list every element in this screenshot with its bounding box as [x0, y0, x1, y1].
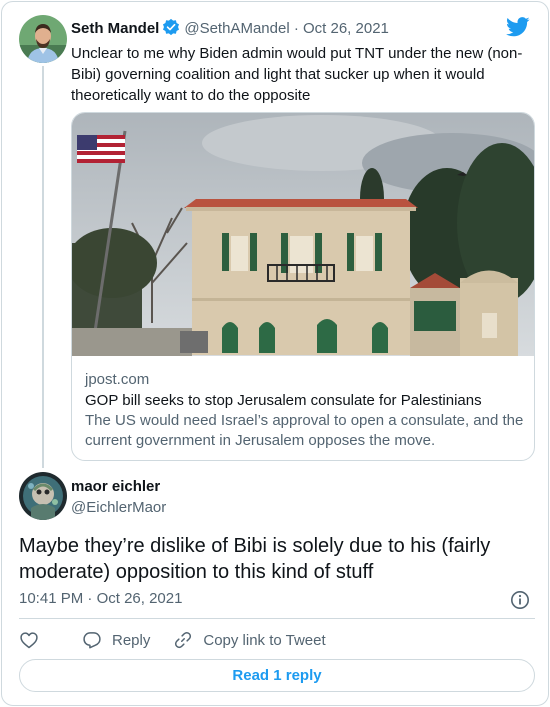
like-button[interactable] — [19, 630, 49, 650]
author-name[interactable]: Seth Mandel — [71, 20, 159, 37]
avatar-maor-eichler[interactable] — [19, 472, 67, 520]
tweet-timestamp[interactable]: 10:41 PM · Oct 26, 2021 — [19, 590, 182, 607]
tweet-full-date: Oct 26, 2021 — [96, 590, 183, 607]
copy-link-label: Copy link to Tweet — [203, 631, 326, 649]
card-domain: jpost.com — [85, 371, 150, 388]
card-image-consulate-building — [72, 113, 534, 356]
divider — [19, 618, 535, 619]
twitter-bird-icon[interactable] — [506, 17, 530, 42]
quoted-tweet-text: Unclear to me why Biden admin would put … — [71, 45, 523, 104]
copy-link-button[interactable]: Copy link to Tweet — [173, 630, 326, 650]
read-replies-button[interactable]: Read 1 reply — [19, 659, 535, 692]
quoted-tweet-header: Seth Mandel @SethAMandel · Oct 26, 2021 — [71, 18, 389, 40]
timestamp-separator: · — [87, 590, 93, 607]
card-body: jpost.com GOP bill seeks to stop Jerusal… — [85, 370, 525, 451]
header-separator: · — [293, 20, 299, 37]
tweet-time: 10:41 PM — [19, 590, 84, 607]
reply-author-handle[interactable]: @EichlerMaor — [71, 499, 166, 516]
verified-badge-icon — [162, 18, 180, 40]
embedded-tweet: Seth Mandel @SethAMandel · Oct 26, 2021 U… — [1, 1, 549, 706]
tweet-date[interactable]: Oct 26, 2021 — [303, 20, 389, 37]
reply-icon — [83, 632, 101, 649]
american-flag — [77, 135, 125, 163]
thread-connector-line — [42, 66, 44, 468]
action-bar: Reply Copy link to Tweet — [19, 629, 326, 651]
avatar-seth-mandel[interactable] — [19, 15, 67, 63]
card-title[interactable]: GOP bill seeks to stop Jerusalem consula… — [85, 391, 525, 411]
reply-tweet-text: Maybe they’re dislike of Bibi is solely … — [19, 535, 491, 583]
link-preview-card[interactable]: jpost.com GOP bill seeks to stop Jerusal… — [71, 112, 535, 461]
link-icon — [175, 631, 192, 649]
author-handle[interactable]: @SethAMandel — [184, 20, 289, 37]
reply-button-label: Reply — [112, 631, 151, 649]
reply-author-name[interactable]: maor eichler — [71, 478, 160, 495]
heart-icon — [20, 632, 38, 649]
reply-button[interactable]: Reply — [82, 630, 150, 650]
card-description: The US would need Israel’s approval to o… — [85, 412, 524, 449]
info-icon[interactable] — [510, 590, 530, 615]
